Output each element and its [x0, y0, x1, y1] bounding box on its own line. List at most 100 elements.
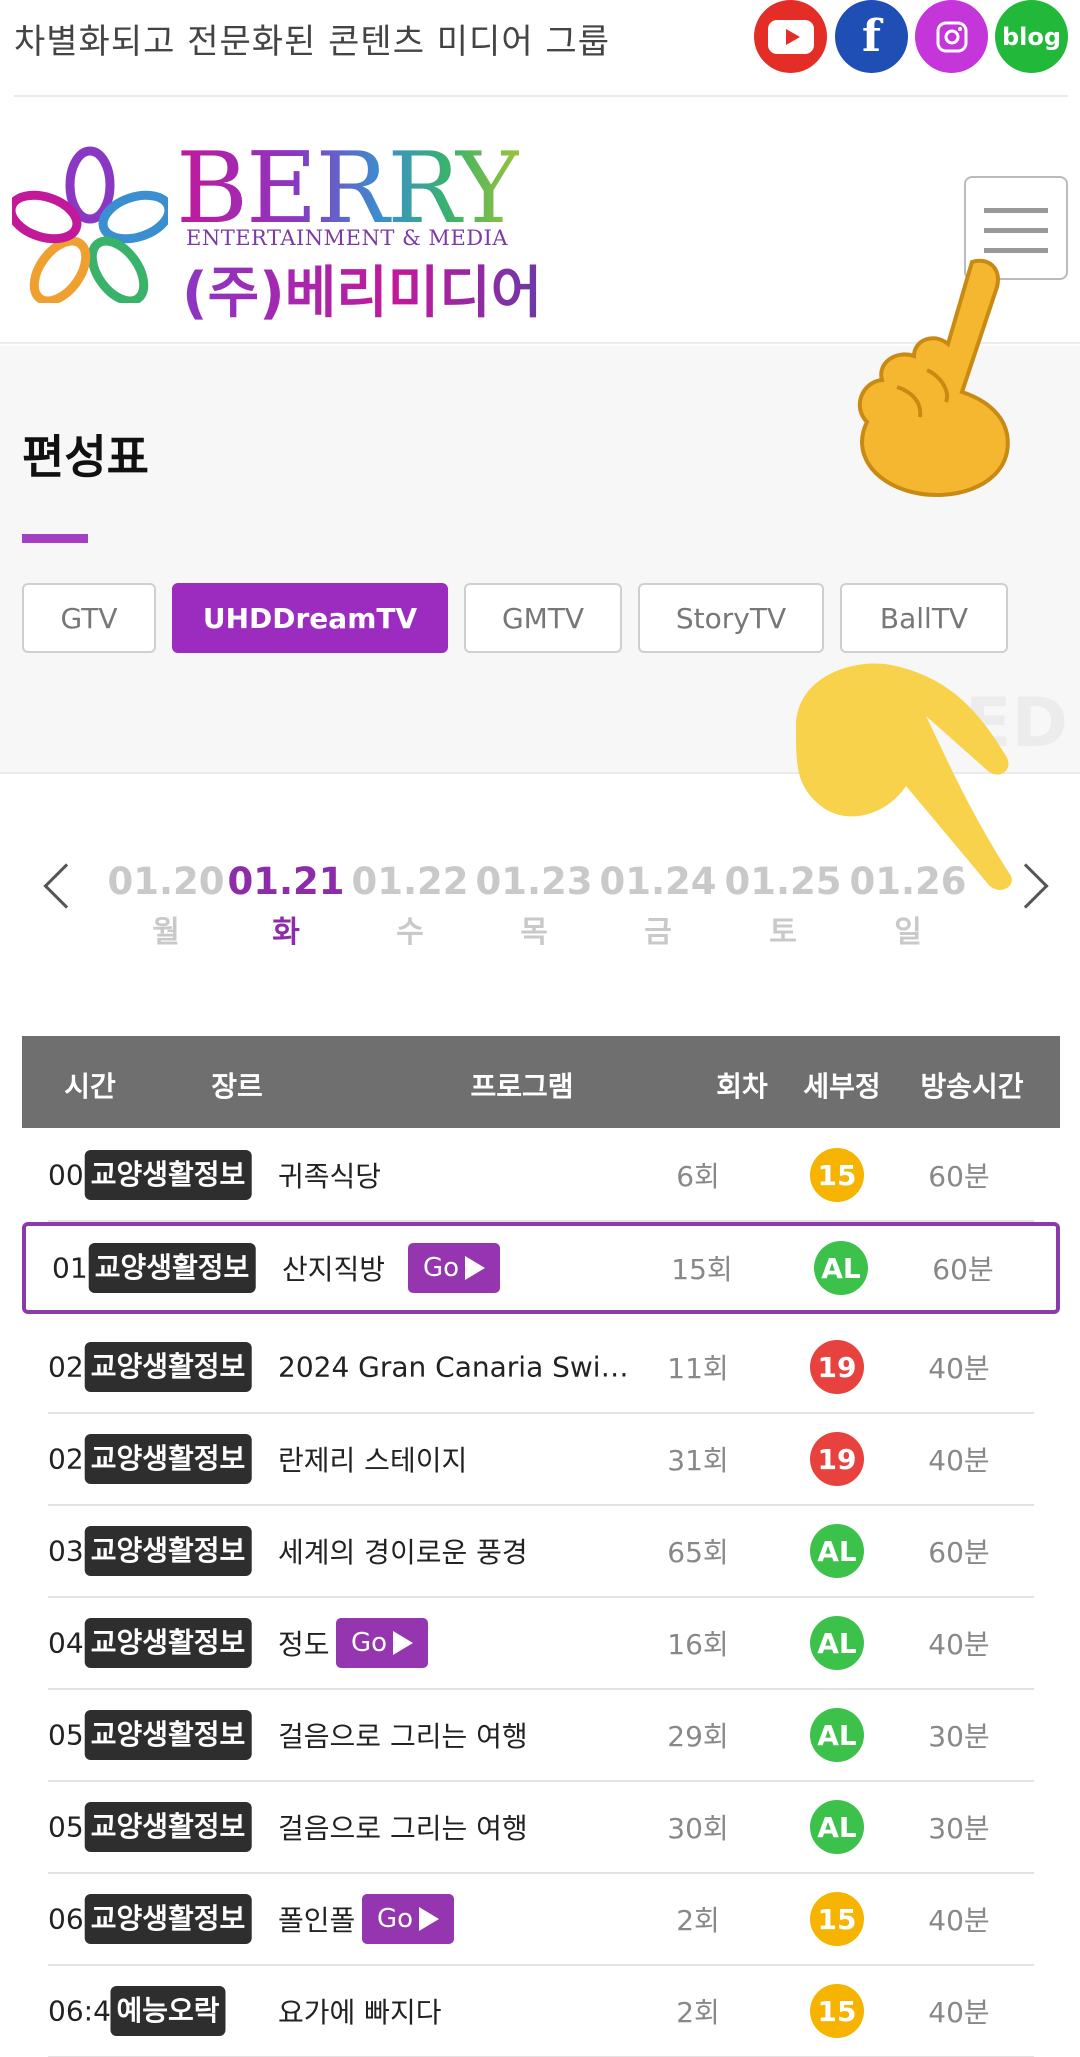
title-underline	[22, 534, 88, 543]
genre-badge: 교양생활정보	[88, 1243, 256, 1293]
logo-korean[interactable]: (주)베리미디어	[182, 248, 542, 329]
table-row[interactable]: 03:20교양생활정보세계의 경이로운 풍경65회AL60분	[48, 1506, 1034, 1598]
genre-badge: 교양생활정보	[84, 1526, 252, 1576]
row-episode: 31회	[667, 1444, 729, 1477]
blog-icon: blog	[1001, 22, 1062, 51]
table-row[interactable]: 05:00교양생활정보걸음으로 그리는 여행29회AL30분	[48, 1690, 1034, 1782]
table-row[interactable]: 02:00교양생활정보2024 Gran Canaria Swi…11회1940…	[48, 1322, 1034, 1414]
tab-gtv[interactable]: GTV	[22, 583, 156, 653]
go-button[interactable]: Go	[408, 1243, 500, 1293]
program-title[interactable]: 요가에 빠지다	[278, 1991, 441, 2031]
top-bar: 차별화되고 전문화된 콘텐츠 미디어 그룹 f blog	[14, 0, 1068, 97]
header-rating: 세부정	[803, 1070, 881, 1103]
rating-badge: 19	[810, 1340, 864, 1394]
weekday-label: 화	[272, 915, 300, 950]
program-title[interactable]: 걸음으로 그리는 여행	[278, 1715, 528, 1755]
genre-badge: 교양생활정보	[84, 1434, 252, 1484]
youtube-button[interactable]	[754, 0, 827, 73]
instagram-icon	[936, 21, 967, 52]
row-episode: 6회	[676, 1160, 720, 1193]
program-title[interactable]: 란제리 스테이지	[278, 1439, 467, 1479]
table-row[interactable]: 05:30교양생활정보걸음으로 그리는 여행30회AL30분	[48, 1782, 1034, 1874]
rating-badge: AL	[810, 1524, 864, 1578]
program-title[interactable]: 폴인폴	[278, 1899, 355, 1939]
date-item-01-20[interactable]: 01.20 월	[106, 860, 226, 951]
header-program: 프로그램	[470, 1070, 574, 1103]
table-row[interactable]: 02:40교양생활정보란제리 스테이지31회1940분	[48, 1414, 1034, 1506]
hamburger-line-icon	[984, 208, 1048, 213]
table-header: 시간 장르 프로그램 회차 세부정 방송시간	[22, 1036, 1060, 1128]
rating-badge: AL	[810, 1708, 864, 1762]
play-icon	[465, 1256, 486, 1280]
blog-button[interactable]: blog	[995, 0, 1068, 73]
program-title[interactable]: 걸음으로 그리는 여행	[278, 1807, 528, 1847]
program-title[interactable]: 정도	[278, 1623, 330, 1663]
tab-uhddreamtv[interactable]: UHDDreamTV	[172, 583, 448, 653]
weekday-label: 목	[520, 915, 548, 950]
date-label: 01.22	[351, 860, 469, 903]
row-episode: 2회	[676, 1904, 720, 1937]
table-row[interactable]: 04:20교양생활정보정도Go16회AL40분	[48, 1598, 1034, 1690]
facebook-button[interactable]: f	[835, 0, 908, 73]
page-title: 편성표	[22, 430, 149, 484]
rating-badge: 15	[810, 1984, 864, 2038]
header-duration: 방송시간	[920, 1070, 1024, 1103]
logo-text[interactable]: BERRY	[176, 140, 521, 238]
table-row[interactable]: 06:00교양생활정보폴인폴Go2회1540분	[48, 1874, 1034, 1966]
header-time: 시간	[64, 1070, 116, 1103]
table-row[interactable]: 01:00교양생활정보산지직방Go15회AL60분	[22, 1222, 1060, 1314]
row-episode: 65회	[667, 1536, 729, 1569]
genre-badge: 교양생활정보	[84, 1618, 252, 1668]
genre-badge: 교양생활정보	[84, 1802, 252, 1852]
row-duration: 30분	[928, 1720, 990, 1753]
row-episode: 29회	[667, 1720, 729, 1753]
date-item-01-24[interactable]: 01.24 금	[598, 860, 718, 951]
row-duration: 40분	[928, 1444, 990, 1477]
row-duration: 60분	[928, 1536, 990, 1569]
logo-emblem-icon[interactable]	[12, 145, 168, 303]
go-label: Go	[422, 1253, 460, 1283]
weekday-label: 금	[644, 915, 672, 950]
rating-badge: 15	[810, 1148, 864, 1202]
header-genre: 장르	[211, 1070, 263, 1103]
rating-badge: 15	[810, 1892, 864, 1946]
date-item-01-21[interactable]: 01.21 화	[226, 860, 346, 951]
weekday-label: 월	[152, 915, 180, 950]
weekday-label: 수	[396, 915, 424, 950]
program-title[interactable]: 2024 Gran Canaria Swi…	[278, 1351, 629, 1384]
program-title[interactable]: 귀족식당	[278, 1155, 381, 1195]
tab-gmtv[interactable]: GMTV	[464, 583, 622, 653]
row-episode: 16회	[667, 1628, 729, 1661]
table-row[interactable]: 06:40 예능오락 요가에 빠지다 2회 15 40분	[48, 1966, 1034, 2057]
prev-week-button[interactable]	[43, 863, 89, 909]
program-title[interactable]: 산지직방	[282, 1248, 385, 1288]
row-episode: 15회	[671, 1253, 733, 1286]
tab-balltv[interactable]: BallTV	[840, 583, 1008, 653]
date-item-01-23[interactable]: 01.23 목	[474, 860, 594, 951]
weekday-label: 토	[769, 915, 797, 950]
row-episode: 11회	[667, 1352, 729, 1385]
genre-badge: 교양생활정보	[84, 1150, 252, 1200]
play-icon	[393, 1631, 414, 1655]
genre-badge: 예능오락	[110, 1986, 226, 2036]
row-episode: 2회	[676, 1996, 720, 2029]
genre-badge: 교양생활정보	[84, 1710, 252, 1760]
table-row[interactable]: 00:00교양생활정보귀족식당6회1560분	[48, 1130, 1034, 1222]
youtube-icon	[767, 19, 814, 54]
go-button[interactable]: Go	[336, 1618, 428, 1668]
rating-badge: AL	[810, 1616, 864, 1670]
hamburger-line-icon	[984, 228, 1048, 233]
instagram-button[interactable]	[915, 0, 988, 73]
program-title[interactable]: 세계의 경이로운 풍경	[278, 1531, 528, 1571]
date-label: 01.23	[475, 860, 593, 903]
row-episode: 30회	[667, 1812, 729, 1845]
row-duration: 40분	[928, 1352, 990, 1385]
date-item-01-22[interactable]: 01.22 수	[350, 860, 470, 951]
rating-badge: 19	[810, 1432, 864, 1486]
rating-badge: AL	[814, 1241, 868, 1295]
date-label: 01.21	[227, 860, 345, 903]
tab-storytv[interactable]: StoryTV	[638, 583, 824, 653]
go-button[interactable]: Go	[362, 1894, 454, 1944]
row-duration: 60분	[932, 1253, 994, 1286]
row-duration: 40분	[928, 1628, 990, 1661]
